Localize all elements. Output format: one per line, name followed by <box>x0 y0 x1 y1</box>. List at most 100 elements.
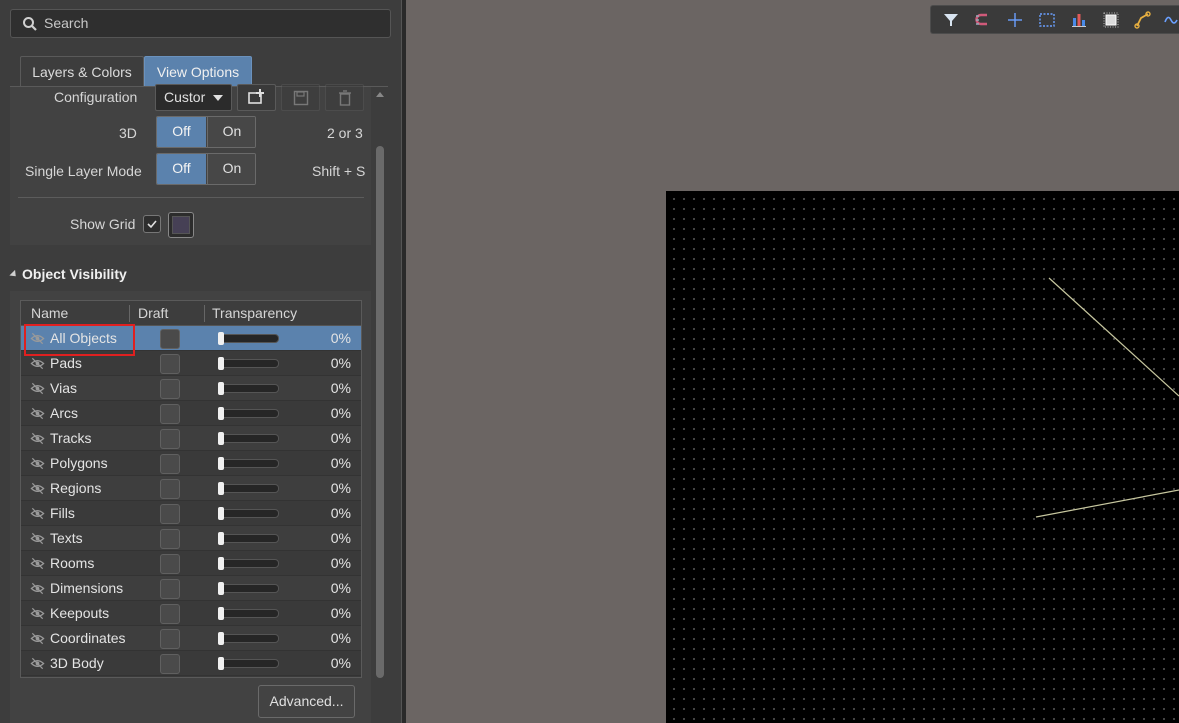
slider-knob[interactable] <box>218 332 224 345</box>
column-draft[interactable]: Draft <box>138 305 168 321</box>
transparency-slider[interactable] <box>218 582 279 595</box>
tab-view-options[interactable]: View Options <box>144 56 252 87</box>
table-row[interactable]: Fills 0% <box>21 501 361 526</box>
slider-knob[interactable] <box>218 557 224 570</box>
transparency-slider[interactable] <box>218 482 279 495</box>
table-row[interactable]: Rooms 0% <box>21 551 361 576</box>
slider-knob[interactable] <box>218 532 224 545</box>
table-row[interactable]: Coordinates 0% <box>21 626 361 651</box>
visibility-icon[interactable] <box>30 531 45 546</box>
table-row[interactable]: Texts 0% <box>21 526 361 551</box>
visibility-icon[interactable] <box>30 431 45 446</box>
delete-configuration-button[interactable] <box>325 84 364 111</box>
transparency-slider[interactable] <box>218 532 279 545</box>
scroll-thumb[interactable] <box>376 146 384 678</box>
transparency-slider[interactable] <box>218 557 279 570</box>
draft-checkbox[interactable] <box>160 554 180 574</box>
configuration-select[interactable]: Custor <box>155 84 232 111</box>
draft-checkbox[interactable] <box>160 504 180 524</box>
transparency-slider[interactable] <box>218 607 279 620</box>
visibility-icon[interactable] <box>30 506 45 521</box>
wave-icon[interactable] <box>1163 10 1179 30</box>
table-row[interactable]: Dimensions 0% <box>21 576 361 601</box>
table-row[interactable]: Keepouts 0% <box>21 601 361 626</box>
draft-checkbox[interactable] <box>160 629 180 649</box>
draft-checkbox[interactable] <box>160 454 180 474</box>
3d-off-option[interactable]: Off <box>157 117 206 147</box>
slider-knob[interactable] <box>218 607 224 620</box>
filter-icon[interactable] <box>941 10 961 30</box>
transparency-slider[interactable] <box>218 332 279 345</box>
scroll-up-icon[interactable] <box>376 92 384 97</box>
slider-knob[interactable] <box>218 632 224 645</box>
slider-knob[interactable] <box>218 407 224 420</box>
route-icon[interactable] <box>1133 10 1153 30</box>
draft-checkbox[interactable] <box>160 429 180 449</box>
single-layer-off-option[interactable]: Off <box>157 154 206 184</box>
component-icon[interactable] <box>1101 10 1121 30</box>
chart-icon[interactable] <box>1069 10 1089 30</box>
object-visibility-header[interactable]: Object Visibility <box>9 266 127 282</box>
transparency-slider[interactable] <box>218 657 279 670</box>
slider-knob[interactable] <box>218 482 224 495</box>
column-divider[interactable] <box>204 305 205 322</box>
visibility-icon[interactable] <box>30 556 45 571</box>
column-transparency[interactable]: Transparency <box>212 305 297 321</box>
table-row[interactable]: 3D Body 0% <box>21 651 361 676</box>
table-row[interactable]: Tracks 0% <box>21 426 361 451</box>
slider-knob[interactable] <box>218 357 224 370</box>
3d-toggle[interactable]: Off On <box>156 116 256 148</box>
visibility-icon[interactable] <box>30 381 45 396</box>
visibility-icon[interactable] <box>30 356 45 371</box>
transparency-slider[interactable] <box>218 432 279 445</box>
slider-knob[interactable] <box>218 657 224 670</box>
track-line[interactable] <box>1035 489 1179 518</box>
draft-checkbox[interactable] <box>160 404 180 424</box>
draft-checkbox[interactable] <box>160 479 180 499</box>
slider-knob[interactable] <box>218 507 224 520</box>
column-divider[interactable] <box>129 305 130 322</box>
transparency-slider[interactable] <box>218 457 279 470</box>
visibility-icon[interactable] <box>30 406 45 421</box>
grid-color-swatch[interactable] <box>168 212 194 238</box>
transparency-slider[interactable] <box>218 632 279 645</box>
advanced-button[interactable]: Advanced... <box>258 685 355 718</box>
slider-knob[interactable] <box>218 432 224 445</box>
table-row[interactable]: Arcs 0% <box>21 401 361 426</box>
tab-layers-colors[interactable]: Layers & Colors <box>20 56 144 87</box>
draft-checkbox[interactable] <box>160 379 180 399</box>
table-row[interactable]: Regions 0% <box>21 476 361 501</box>
transparency-slider[interactable] <box>218 382 279 395</box>
visibility-icon[interactable] <box>30 656 45 671</box>
draft-checkbox[interactable] <box>160 579 180 599</box>
draft-checkbox[interactable] <box>160 654 180 674</box>
draft-checkbox[interactable] <box>160 529 180 549</box>
visibility-icon[interactable] <box>30 581 45 596</box>
visibility-icon[interactable] <box>30 631 45 646</box>
panel-scrollbar[interactable] <box>376 92 384 723</box>
draft-checkbox[interactable] <box>160 329 180 349</box>
draft-checkbox[interactable] <box>160 354 180 374</box>
show-grid-checkbox[interactable] <box>143 215 161 233</box>
table-row[interactable]: Polygons 0% <box>21 451 361 476</box>
add-configuration-button[interactable] <box>237 84 276 111</box>
slider-knob[interactable] <box>218 582 224 595</box>
interactive-routing-icon[interactable] <box>973 10 993 30</box>
single-layer-on-option[interactable]: On <box>207 154 255 184</box>
transparency-slider[interactable] <box>218 357 279 370</box>
visibility-icon[interactable] <box>30 456 45 471</box>
visibility-icon[interactable] <box>30 606 45 621</box>
slider-knob[interactable] <box>218 457 224 470</box>
single-layer-toggle[interactable]: Off On <box>156 153 256 185</box>
3d-on-option[interactable]: On <box>207 117 255 147</box>
pcb-board[interactable] <box>666 191 1179 723</box>
search-input[interactable]: Search <box>10 9 391 38</box>
transparency-slider[interactable] <box>218 507 279 520</box>
transparency-slider[interactable] <box>218 407 279 420</box>
visibility-icon[interactable] <box>30 481 45 496</box>
slider-knob[interactable] <box>218 382 224 395</box>
column-name[interactable]: Name <box>31 305 68 321</box>
crosshair-icon[interactable] <box>1005 10 1025 30</box>
save-configuration-button[interactable] <box>281 84 320 111</box>
track-line[interactable] <box>1048 277 1179 397</box>
